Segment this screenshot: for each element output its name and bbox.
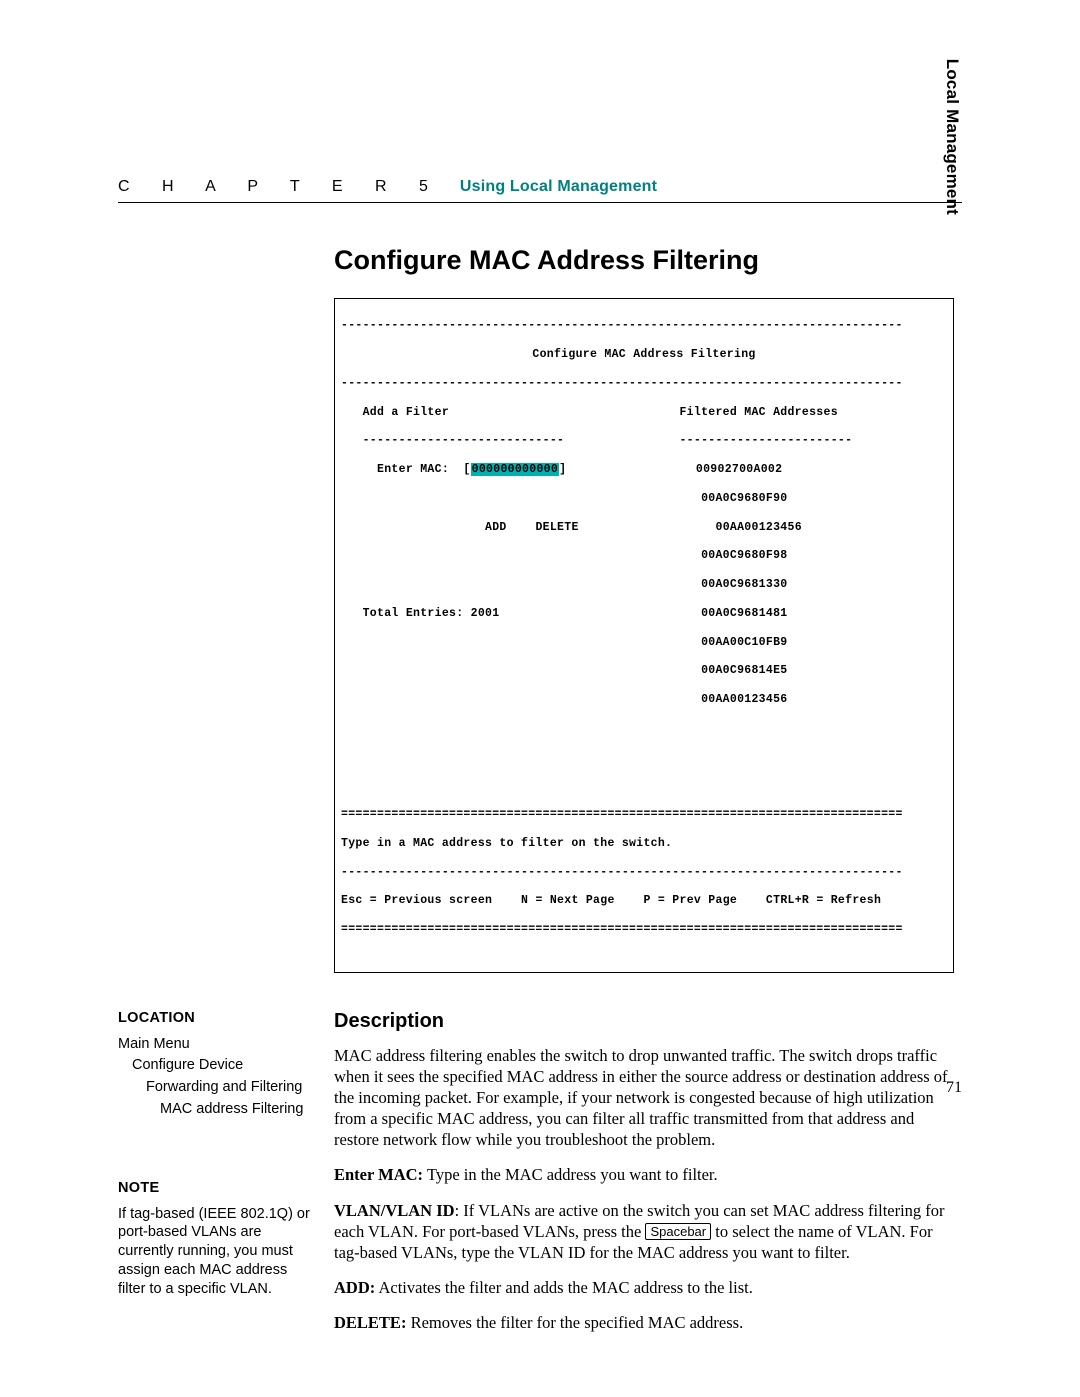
terminal-line: ADD DELETE 00AA00123456 [335,521,953,535]
terminal-line: 00A0C9680F90 [335,492,953,506]
rule: ========================================… [335,923,953,937]
page-title: Configure MAC Address Filtering [334,245,962,276]
delete-bold: DELETE: [334,1313,406,1332]
note-heading: NOTE [118,1179,312,1199]
description-heading: Description [334,1009,962,1035]
mac-entry: 00A0C96814E5 [701,664,787,677]
enter-mac-bold: Enter MAC: [334,1165,423,1184]
mac-entry: 00902700A002 [696,463,782,476]
delete-paragraph: DELETE: Removes the filter for the speci… [334,1312,962,1333]
breadcrumb-item: Configure Device [132,1056,312,1076]
rule: ----------------------------------------… [335,866,953,880]
mac-entry: 00A0C9680F98 [701,549,787,562]
terminal-line [335,722,953,736]
delete-button[interactable]: DELETE [535,521,578,534]
terminal-hint: Type in a MAC address to filter on the s… [335,837,953,851]
enter-mac-label: Enter MAC: [377,463,449,476]
chapter-header: C H A P T E R 5 Using Local Management [118,178,962,203]
terminal-line: 00AA00123456 [335,693,953,707]
terminal-nav: Esc = Previous screen N = Next Page P = … [335,894,953,908]
spacebar-keycap: Spacebar [645,1223,711,1241]
terminal-line: 00AA00C10FB9 [335,636,953,650]
page-number: 71 [946,1079,962,1097]
rule-small: ------------------------ [679,434,852,447]
terminal-title: Configure MAC Address Filtering [335,348,953,362]
rule-small: ---------------------------- [363,434,565,447]
vlan-paragraph: VLAN/VLAN ID: If VLANs are active on the… [334,1200,962,1263]
description-paragraph: MAC address filtering enables the switch… [334,1045,962,1151]
mac-entry: 00AA00123456 [716,521,802,534]
terminal-line: ---------------------------- -----------… [335,434,953,448]
delete-text: Removes the filter for the specified MAC… [406,1313,743,1332]
mac-entry: 00A0C9681481 [701,607,787,620]
add-paragraph: ADD: Activates the filter and adds the M… [334,1277,962,1298]
terminal-line: 00A0C96814E5 [335,664,953,678]
total-entries-value: 2001 [471,607,500,620]
terminal-line: Total Entries: 2001 00A0C9681481 [335,607,953,621]
total-entries-label: Total Entries: [363,607,464,620]
nav-next: N = Next Page [521,894,615,907]
side-tab: Local Management [942,59,962,215]
add-filter-label: Add a Filter [363,406,449,419]
mac-entry: 00AA00C10FB9 [701,636,787,649]
enter-mac-paragraph: Enter MAC: Type in the MAC address you w… [334,1164,962,1185]
add-text: Activates the filter and adds the MAC ad… [375,1278,753,1297]
terminal-line [335,779,953,793]
breadcrumb-item: Forwarding and Filtering [146,1078,312,1098]
terminal-line: Add a Filter Filtered MAC Addresses [335,406,953,420]
terminal-line: 00A0C9681330 [335,578,953,592]
chapter-label: C H A P T E R 5 [118,178,442,196]
breadcrumb-item: Main Menu [118,1035,312,1055]
nav-prev: P = Prev Page [643,894,737,907]
mac-entry: 00AA00123456 [701,693,787,706]
note-body: If tag-based (IEEE 802.1Q) or port-based… [118,1205,312,1299]
add-bold: ADD: [334,1278,375,1297]
enter-mac-text: Type in the MAC address you want to filt… [423,1165,718,1184]
chapter-title: Using Local Management [460,178,657,196]
terminal-line: 00A0C9680F98 [335,549,953,563]
note-block: NOTE If tag-based (IEEE 802.1Q) or port-… [118,1179,312,1299]
add-button[interactable]: ADD [485,521,507,534]
rule: ----------------------------------------… [335,377,953,391]
terminal-line: Enter MAC: [000000000000] 00902700A002 [335,463,953,477]
filtered-label: Filtered MAC Addresses [679,406,837,419]
location-heading: LOCATION [118,1009,312,1029]
mac-entry: 00A0C9681330 [701,578,787,591]
breadcrumb-item: MAC address Filtering [160,1100,312,1120]
terminal-screenshot: ----------------------------------------… [334,298,954,973]
enter-mac-input[interactable]: 000000000000 [471,463,559,476]
mac-entry: 00A0C9680F90 [701,492,787,505]
location-block: LOCATION Main Menu Configure Device Forw… [118,1009,312,1119]
vlan-bold: VLAN/VLAN ID [334,1201,455,1220]
nav-esc: Esc = Previous screen [341,894,492,907]
nav-refresh: CTRL+R = Refresh [766,894,881,907]
terminal-line [335,751,953,765]
rule: ========================================… [335,808,953,822]
rule: ----------------------------------------… [335,319,953,333]
